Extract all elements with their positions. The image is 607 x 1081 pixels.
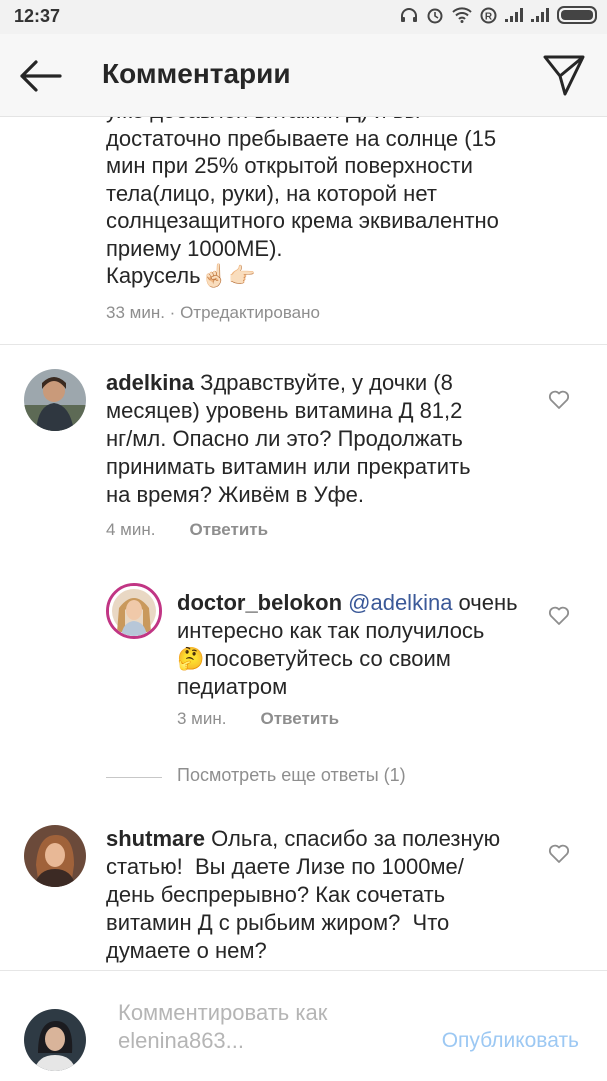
send-icon: [543, 55, 585, 96]
reply-doctor-belokon: doctor_belokon @adelkina очень интересно…: [177, 589, 547, 701]
caption-time: 33 мин.: [106, 303, 165, 322]
current-user-avatar: [24, 1009, 86, 1071]
page-title: Комментарии: [102, 58, 291, 89]
publish-button[interactable]: Опубликовать: [442, 1029, 579, 1053]
back-arrow-icon: [20, 60, 62, 92]
reply-button[interactable]: Ответить: [260, 709, 339, 728]
avatar-adelkina[interactable]: [24, 369, 86, 431]
caption-meta: 33 мин. · Отредактировано: [106, 303, 320, 323]
comment-username[interactable]: adelkina: [106, 370, 194, 395]
reply-mention[interactable]: @adelkina: [348, 590, 452, 615]
headphones-icon: [401, 8, 417, 22]
status-bar: 12:37 R: [0, 0, 607, 34]
reply-meta: 3 мин. Ответить: [177, 709, 339, 729]
comment-input[interactable]: Комментировать как elenina863...: [118, 999, 408, 1055]
status-time: 12:37: [14, 6, 61, 26]
divider: [0, 344, 607, 345]
comment-shutmare: shutmare Ольга, спасибо за полезную стат…: [106, 825, 546, 965]
comment-username[interactable]: shutmare: [106, 826, 205, 851]
battery-icon: [557, 6, 597, 24]
header: Комментарии: [0, 34, 607, 117]
caption-edited: Отредактировано: [180, 303, 320, 322]
signal-icon: [505, 8, 523, 22]
comment-composer: Комментировать как elenina863... Опублик…: [0, 970, 607, 1081]
like-heart-icon[interactable]: [548, 390, 570, 410]
reply-time: 3 мин.: [177, 709, 227, 728]
more-replies-label[interactable]: Посмотреть еще ответы (1): [177, 765, 406, 786]
like-heart-icon[interactable]: [548, 844, 570, 864]
reply-button[interactable]: Ответить: [189, 520, 268, 539]
alarm-icon: [427, 8, 443, 24]
more-replies-line: [106, 777, 162, 778]
comments-list[interactable]: уже добавлен витамин Д) и вы достаточно …: [0, 117, 607, 970]
view-more-replies[interactable]: Посмотреть еще ответы (1): [106, 765, 566, 789]
reply-username[interactable]: doctor_belokon: [177, 590, 342, 615]
back-button[interactable]: [16, 54, 64, 98]
comment-adelkina: adelkina Здравствуйте, у дочки (8 месяце…: [106, 369, 546, 509]
comment-time: 4 мин.: [106, 520, 156, 539]
registered-icon: R: [480, 7, 497, 23]
svg-text:R: R: [485, 11, 493, 22]
signal-icon: [531, 8, 549, 22]
like-heart-icon[interactable]: [548, 606, 570, 626]
meta-separator: ·: [169, 303, 176, 322]
wifi-icon: [452, 7, 472, 23]
avatar-shutmare[interactable]: [24, 825, 86, 887]
avatar-doctor-belokon[interactable]: [106, 583, 162, 639]
send-button[interactable]: [541, 52, 587, 98]
status-icons: R: [400, 6, 597, 24]
comment-meta: 4 мин. Ответить: [106, 520, 268, 540]
caption-text: уже добавлен витамин Д) и вы достаточно …: [106, 117, 499, 288]
